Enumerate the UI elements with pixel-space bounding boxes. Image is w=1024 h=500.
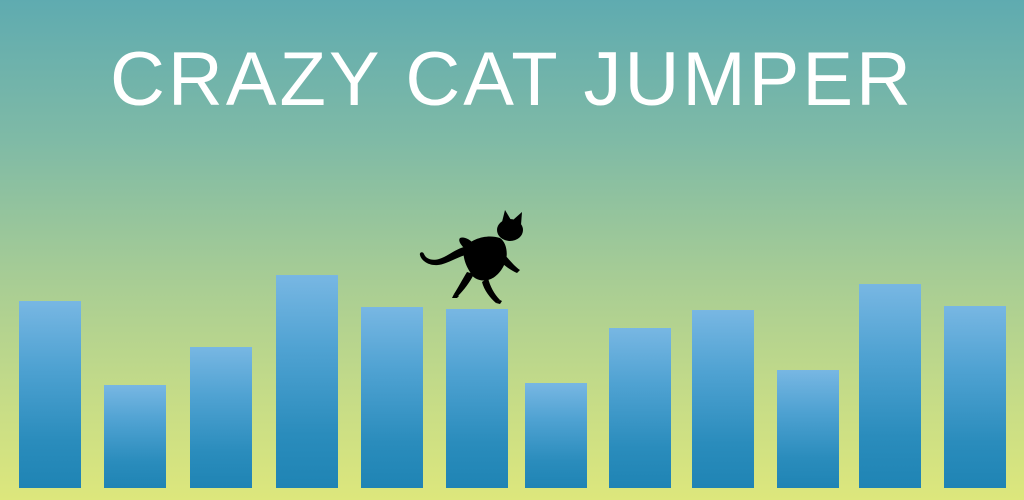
pillar-platform xyxy=(692,310,754,488)
pillar-platform xyxy=(777,370,839,488)
pillar-platform xyxy=(609,328,671,488)
pillar-platform xyxy=(944,306,1006,488)
pillar-platform xyxy=(361,307,423,488)
pillar-platform xyxy=(190,347,252,488)
game-screen[interactable]: CRAZY CAT JUMPER xyxy=(0,0,1024,500)
pillar-platform xyxy=(859,284,921,488)
pillar-platform xyxy=(446,309,508,488)
pillar-platform xyxy=(276,275,338,488)
pillar-platform xyxy=(104,385,166,488)
game-title: CRAZY CAT JUMPER xyxy=(110,37,914,122)
pillar-platform xyxy=(525,383,587,488)
pillar-platform xyxy=(19,301,81,488)
cat-player-icon xyxy=(419,210,523,304)
